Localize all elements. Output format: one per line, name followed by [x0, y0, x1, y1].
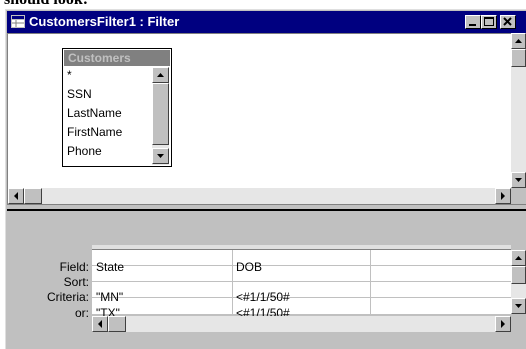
- left-arrow-icon: [14, 192, 18, 200]
- row-label-criteria: Criteria:: [46, 290, 89, 304]
- left-arrow-icon: [98, 320, 102, 328]
- minimize-button[interactable]: [465, 15, 481, 29]
- grid-hscroll[interactable]: [92, 316, 511, 332]
- field-item[interactable]: Phone: [67, 144, 102, 158]
- field-item[interactable]: SSN: [67, 87, 92, 101]
- row-label-sort: Sort:: [63, 275, 89, 289]
- filter-window-icon: [11, 15, 25, 28]
- close-button[interactable]: [500, 15, 516, 29]
- table-pane-vscroll-thumb[interactable]: [511, 49, 526, 67]
- field-list-scroll-thumb[interactable]: [152, 83, 169, 145]
- row-label-field: Field:: [59, 260, 89, 274]
- up-arrow-icon: [515, 256, 522, 260]
- field-item[interactable]: *: [67, 68, 72, 82]
- window-title: CustomersFilter1 : Filter: [29, 14, 180, 29]
- maximize-button[interactable]: [481, 15, 497, 29]
- up-arrow-icon: [515, 39, 522, 43]
- table-pane-scroll-right[interactable]: [495, 188, 511, 204]
- field-item[interactable]: LastName: [67, 106, 122, 120]
- down-arrow-icon: [515, 304, 522, 308]
- close-icon: [503, 17, 512, 26]
- grid-scroll-right[interactable]: [495, 316, 511, 332]
- table-pane-scroll-down[interactable]: [511, 172, 526, 188]
- up-arrow-icon: [157, 73, 164, 77]
- field-list-scroll-up[interactable]: [152, 67, 169, 83]
- grid-scroll-down[interactable]: [511, 298, 526, 314]
- grid-cell-criteria[interactable]: "MN": [96, 290, 123, 304]
- scroll-corner: [511, 188, 526, 204]
- field-list-scroll-down[interactable]: [152, 148, 169, 164]
- grid-line: [370, 250, 371, 314]
- minimize-icon: [469, 24, 476, 26]
- row-label-or: or:: [74, 306, 89, 320]
- table-pane-scroll-left[interactable]: [8, 188, 24, 204]
- table-pane-hscroll[interactable]: [8, 188, 511, 204]
- maximize-icon: [484, 17, 494, 26]
- grid-line: [92, 297, 511, 298]
- grid-cell-field[interactable]: State: [96, 260, 124, 274]
- grid-line: [92, 281, 511, 282]
- field-list-header[interactable]: Customers: [64, 50, 170, 66]
- grid-line: [92, 265, 511, 266]
- caption-text: should look:: [4, 0, 88, 8]
- field-item[interactable]: FirstName: [67, 125, 122, 139]
- grid-hscroll-thumb[interactable]: [108, 316, 126, 332]
- grid-line: [232, 250, 233, 314]
- table-pane-hscroll-thumb[interactable]: [24, 188, 42, 204]
- grid-scroll-left[interactable]: [92, 316, 108, 332]
- down-arrow-icon: [515, 178, 522, 182]
- grid-cell-field[interactable]: DOB: [236, 260, 262, 274]
- right-arrow-icon: [501, 192, 505, 200]
- grid-cell-criteria[interactable]: <#1/1/50#: [236, 290, 290, 304]
- table-pane-scroll-up[interactable]: [511, 33, 526, 49]
- splitter-line: [7, 209, 526, 211]
- field-list-title: Customers: [68, 51, 131, 65]
- down-arrow-icon: [157, 154, 164, 158]
- grid-vscroll-thumb[interactable]: [511, 266, 526, 284]
- grid-scroll-up[interactable]: [511, 250, 526, 266]
- design-grid: [92, 250, 511, 314]
- right-arrow-icon: [501, 320, 505, 328]
- caption-fragment: should look:: [0, 0, 526, 8]
